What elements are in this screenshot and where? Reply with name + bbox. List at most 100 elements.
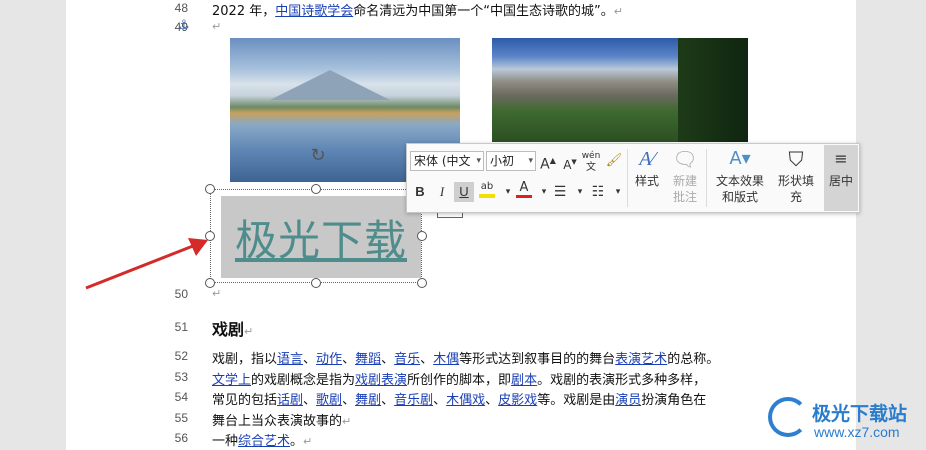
body-text: 。戏剧的表演形式多种多样，	[537, 373, 707, 388]
hyperlink[interactable]: 语言	[277, 352, 303, 367]
hyperlink[interactable]: 木偶	[433, 352, 459, 367]
text-effects-icon: A▾	[729, 148, 751, 169]
hyperlink[interactable]: 中国诗歌学会	[275, 4, 353, 19]
font-name-value: 宋体 (中文	[414, 154, 471, 168]
text-line[interactable]: 文学上的戏剧概念是指为戏剧表演所创作的脚本，即剧本。戏剧的表演形式多种多样，	[212, 369, 706, 388]
hyperlink[interactable]: 皮影戏	[498, 393, 537, 408]
center-label: 居中	[828, 174, 853, 188]
grow-font-icon: A	[540, 156, 550, 173]
hyperlink[interactable]: 舞蹈	[355, 352, 381, 367]
line-number: 51	[174, 320, 188, 334]
body-text: 所创作的脚本，即	[407, 373, 512, 388]
bullets-button[interactable]: ☰	[550, 182, 570, 202]
text-line[interactable]: 一种综合艺术。↵	[212, 430, 312, 449]
font-name-combo[interactable]: 宋体 (中文 ▾	[410, 151, 484, 171]
line-number: 52	[174, 349, 188, 363]
numbered-list-icon: ☷	[591, 184, 605, 200]
text-line[interactable]: 常见的包括话剧、歌剧、舞剧、音乐剧、木偶戏、皮影戏等。戏剧是由演员扮演角色在	[212, 389, 706, 408]
toolbar-divider	[706, 149, 707, 207]
bold-button[interactable]: B	[410, 182, 430, 202]
chevron-down-icon: ▾	[615, 187, 621, 197]
paragraph-mark: ↵	[342, 415, 352, 428]
text-effects-label: 和版式	[721, 190, 758, 204]
text-line[interactable]: 舞台上当众表演故事的↵	[212, 410, 351, 429]
paragraph-mark: ↵	[244, 325, 254, 338]
body-text: 、	[342, 352, 356, 367]
text-effects-button[interactable]: A▾ 文本效果 和版式	[710, 147, 770, 205]
alpine-valley-photo[interactable]	[492, 38, 748, 142]
resize-handle[interactable]	[311, 278, 321, 288]
resize-handle[interactable]	[417, 278, 427, 288]
resize-handle[interactable]	[205, 184, 215, 194]
body-text: 戏剧，指以	[212, 352, 278, 367]
chevron-down-icon: ▾	[541, 187, 547, 197]
resize-handle[interactable]	[417, 231, 427, 241]
center-align-icon: ≡	[834, 149, 848, 168]
resize-handle[interactable]	[311, 184, 321, 194]
hyperlink[interactable]: 木偶戏	[446, 393, 485, 408]
watermark-title: 极光下载站	[812, 403, 908, 425]
hyperlink[interactable]: 表演艺术	[615, 352, 667, 367]
hyperlink[interactable]: 综合艺术	[238, 434, 290, 449]
bullets-dropdown[interactable]: ▾	[570, 182, 590, 202]
center-align-button[interactable]: ≡ 居中	[824, 145, 858, 211]
body-text: 、	[420, 352, 434, 367]
hyperlink[interactable]: 戏剧表演	[355, 373, 407, 388]
rotate-handle-icon[interactable]: ↻	[308, 146, 328, 166]
italic-button[interactable]: I	[432, 182, 452, 202]
shape-fill-label: 形状填	[777, 174, 814, 188]
pinyin-icon: wén	[581, 151, 601, 161]
line-number: 53	[174, 370, 188, 384]
body-text: 扮演角色在	[641, 393, 707, 408]
hyperlink[interactable]: 话剧	[277, 393, 303, 408]
chevron-down-icon: ▾	[505, 187, 511, 197]
text-line[interactable]: 2022 年，中国诗歌学会命名清远为中国第一个“中国生态诗歌的城”。↵	[212, 0, 623, 19]
new-comment-label: 批注	[672, 190, 697, 204]
new-comment-button[interactable]: 🗨 新建 批注	[666, 147, 704, 205]
hyperlink[interactable]: 音乐	[394, 352, 420, 367]
body-text: 、	[342, 393, 356, 408]
format-painter-button[interactable]: 🖌	[604, 151, 624, 171]
shape-fill-button[interactable]: ⛉ 形状填 充	[774, 147, 818, 205]
text-line[interactable]: 戏剧，指以语言、动作、舞蹈、音乐、木偶等形式达到叙事目的的舞台表演艺术的总称。	[212, 348, 719, 367]
selection-frame[interactable]	[210, 189, 422, 283]
hyperlink[interactable]: 剧本	[511, 373, 537, 388]
body-text: 2022 年，	[212, 4, 276, 19]
numbering-button[interactable]: ☷	[588, 182, 608, 202]
grow-font-button[interactable]: A▲	[538, 151, 558, 173]
line-number: 48	[174, 1, 188, 15]
hyperlink[interactable]: 动作	[316, 352, 342, 367]
body-text: 、	[303, 352, 317, 367]
body-text: 的戏剧概念是指为	[251, 373, 356, 388]
anchor-icon[interactable]: ⚓	[178, 18, 190, 33]
body-text: 等形式达到叙事目的的舞台	[459, 352, 616, 367]
underline-button[interactable]: U	[454, 182, 474, 202]
hyperlink[interactable]: 文学上	[212, 373, 251, 388]
font-size-value: 小初	[490, 154, 515, 168]
chevron-down-icon[interactable]: ▾	[476, 152, 481, 170]
font-size-combo[interactable]: 小初 ▾	[486, 151, 536, 171]
body-text: 、	[485, 393, 499, 408]
hyperlink[interactable]: 舞剧	[355, 393, 381, 408]
body-text: 、	[381, 393, 395, 408]
highlight-icon: ab	[480, 181, 494, 192]
body-text: 。	[290, 434, 304, 449]
shrink-font-button[interactable]: A▼	[560, 152, 580, 172]
styles-button[interactable]: A⁄ 样式	[630, 147, 664, 189]
font-color-button[interactable]: A	[514, 180, 534, 200]
heading-line[interactable]: 戏剧↵	[212, 316, 253, 340]
body-text: 、	[433, 393, 447, 408]
text-line[interactable]: ↵	[212, 19, 221, 34]
hyperlink[interactable]: 演员	[615, 393, 641, 408]
body-text: 、	[381, 352, 395, 367]
line-number: 55	[174, 411, 188, 425]
chevron-down-icon[interactable]: ▾	[528, 152, 533, 170]
body-text: 常见的包括	[212, 393, 278, 408]
site-logo-icon	[768, 397, 808, 437]
highlight-button[interactable]: ab	[477, 180, 497, 200]
phonetic-guide-button[interactable]: wén 文	[581, 151, 601, 173]
comment-icon: 🗨	[672, 147, 698, 171]
hyperlink[interactable]: 歌剧	[316, 393, 342, 408]
numbering-dropdown[interactable]: ▾	[608, 182, 628, 202]
hyperlink[interactable]: 音乐剧	[394, 393, 433, 408]
